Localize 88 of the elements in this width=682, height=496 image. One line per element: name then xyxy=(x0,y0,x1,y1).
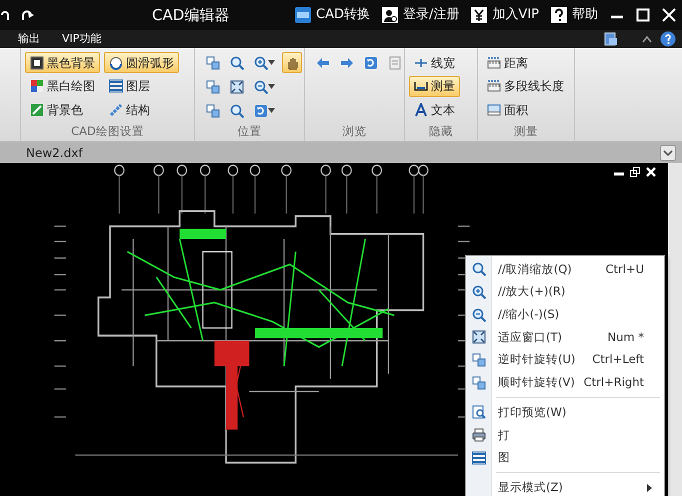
ribbon-button[interactable]: 面积 xyxy=(482,99,569,120)
user-icon xyxy=(382,7,398,23)
document-tab[interactable]: New2.dxf xyxy=(26,144,83,162)
title-bar-button[interactable]: CAD转换 xyxy=(295,5,370,25)
menu-item[interactable]: //取消缩放(Q) Ctrl+U xyxy=(466,258,664,281)
menu-item[interactable]: 显示模式(Z) xyxy=(466,476,664,496)
zoom-out-icon xyxy=(472,308,486,322)
close-icon[interactable] xyxy=(646,167,656,177)
magnifier-icon xyxy=(230,56,244,70)
printer-icon xyxy=(472,428,486,442)
restore-icon[interactable] xyxy=(630,167,640,177)
submenu-arrow-icon xyxy=(647,484,652,492)
arc-icon xyxy=(109,56,123,70)
rotate-icon xyxy=(364,56,378,70)
ribbon-button[interactable]: 测量 xyxy=(409,76,460,97)
ribbon-button[interactable]: 结构 xyxy=(104,99,179,120)
print-preview-icon xyxy=(472,405,486,420)
ribbon-button[interactable]: 线宽 xyxy=(409,52,460,73)
tape-measure-icon xyxy=(487,56,501,70)
window-icon[interactable] xyxy=(604,32,618,46)
group-label: 隐藏 xyxy=(428,123,454,140)
group-label: 浏览 xyxy=(342,123,368,140)
fit-window-icon xyxy=(230,80,244,94)
arrow-right-icon xyxy=(340,56,354,70)
ribbon-button[interactable]: 图层 xyxy=(104,76,179,97)
ruler-icon xyxy=(414,79,428,94)
caret-icon xyxy=(268,84,275,89)
color-grid-icon xyxy=(30,79,44,94)
undo-icon[interactable] xyxy=(0,8,10,22)
scrollbar[interactable] xyxy=(668,163,682,496)
caret-icon xyxy=(268,60,275,65)
window-title: CAD编辑器 xyxy=(152,4,230,26)
redo-icon[interactable] xyxy=(20,8,36,22)
ribbon-button[interactable]: 距离 xyxy=(482,52,569,73)
menu-item[interactable]: //缩小(-)(S) xyxy=(466,303,664,326)
ribbon-tab[interactable]: VIP功能 xyxy=(62,30,102,48)
ribbon-button[interactable]: 黑色背景 xyxy=(25,52,100,73)
tape-measure-icon xyxy=(487,79,501,94)
menu-item[interactable]: 顺时针旋转(V) Ctrl+Right xyxy=(466,371,664,394)
title-bar-button[interactable]: 加入VIP xyxy=(471,5,539,25)
ribbon-button[interactable]: 圆滑弧形 xyxy=(104,52,179,73)
pages-icon xyxy=(206,104,220,118)
menu-item[interactable]: 打 xyxy=(466,424,664,446)
menu-item[interactable]: 打印预览(W) xyxy=(466,401,664,424)
pages-icon xyxy=(472,376,486,390)
group-label: 测量 xyxy=(513,123,539,140)
arrow-left-icon xyxy=(316,56,330,70)
ribbon-button[interactable]: 文本 xyxy=(409,99,460,120)
group-label: CAD绘图设置 xyxy=(70,123,145,140)
magnifier-icon xyxy=(472,262,486,276)
dropdown-icon[interactable] xyxy=(660,144,676,160)
close-icon[interactable] xyxy=(662,8,676,22)
ribbon-tab[interactable]: 输出 xyxy=(18,30,40,48)
menu-item[interactable]: 图 xyxy=(466,446,664,470)
menu-item[interactable]: 逆时针旋转(U) Ctrl+Left xyxy=(466,348,664,372)
ribbon-button[interactable]: 黑白绘图 xyxy=(25,76,100,97)
pages-icon xyxy=(206,80,220,94)
group-label: 位置 xyxy=(236,123,262,140)
rotate-icon xyxy=(254,104,268,118)
pages-icon xyxy=(472,353,486,368)
layers-icon xyxy=(472,450,486,465)
page-icon xyxy=(388,56,402,70)
maximize-icon[interactable] xyxy=(636,8,650,22)
collapse-icon[interactable] xyxy=(642,35,652,43)
ribbon-button[interactable]: 多段线长度 xyxy=(482,76,569,97)
pages-icon xyxy=(206,56,220,70)
ribbon-button[interactable]: 背景色 xyxy=(25,99,100,120)
paint-icon xyxy=(30,102,44,117)
zoom-out-icon xyxy=(254,80,268,94)
menu-item[interactable]: 适应窗口(T) Num * xyxy=(466,326,664,349)
title-bar-button[interactable]: 帮助 xyxy=(551,5,598,25)
zoom-in-icon xyxy=(472,285,486,300)
layers-icon xyxy=(109,79,123,94)
cad-icon xyxy=(295,7,312,23)
fit-window-icon xyxy=(472,330,486,344)
help-icon[interactable] xyxy=(660,31,676,47)
square-icon xyxy=(30,56,44,70)
title-bar-button[interactable]: 登录/注册 xyxy=(382,5,460,25)
letter-a-icon xyxy=(414,102,428,117)
ribbon-icon-button[interactable] xyxy=(282,52,302,73)
chain-icon xyxy=(109,102,123,117)
menu-item[interactable]: //放大(+)(R) xyxy=(466,280,664,304)
help-icon xyxy=(551,7,567,23)
zoom-in-icon xyxy=(254,56,268,70)
area-icon xyxy=(487,102,501,117)
yen-icon xyxy=(471,7,488,23)
magnifier-icon xyxy=(230,104,244,118)
caret-icon xyxy=(268,108,275,113)
